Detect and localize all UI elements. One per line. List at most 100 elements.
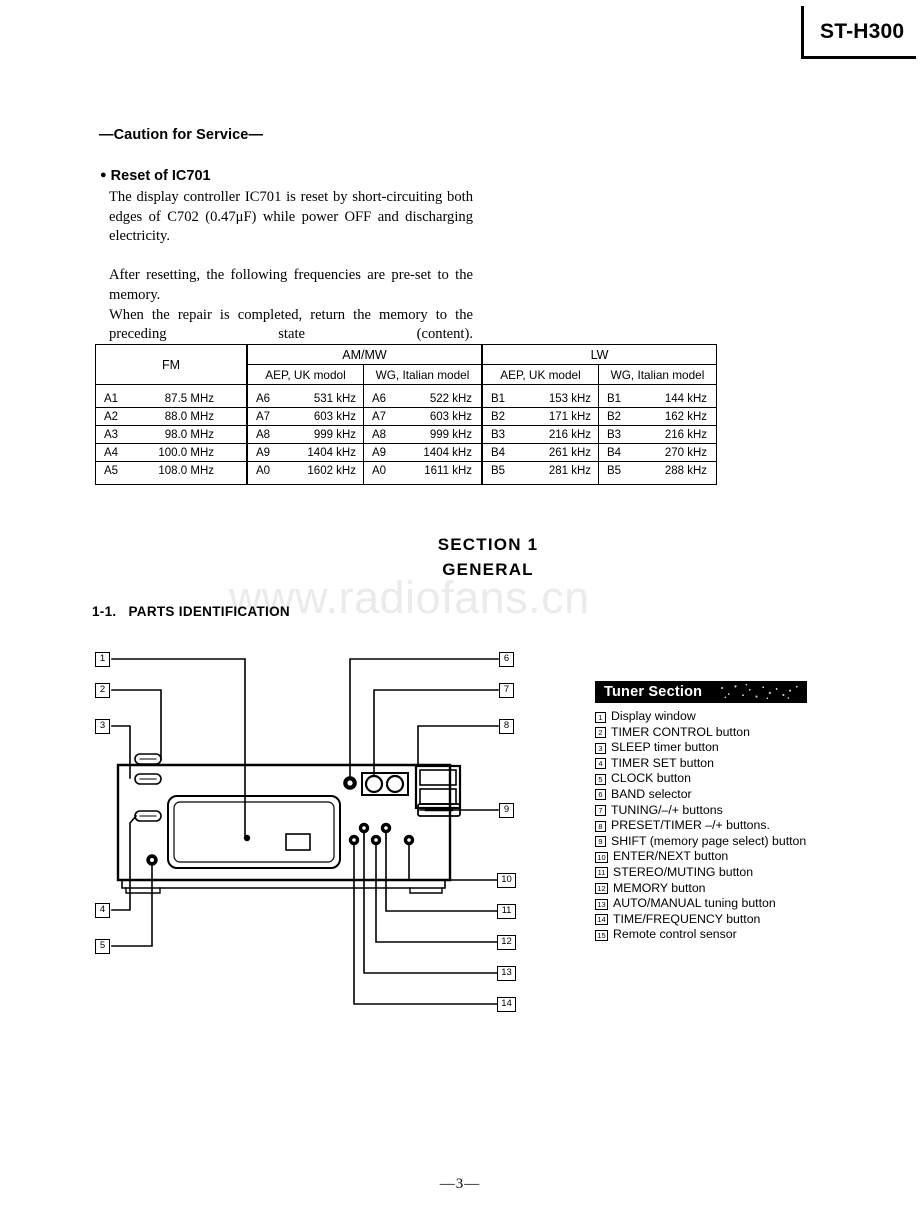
reset-of-ic701-heading: ● Reset of IC701 xyxy=(100,168,211,184)
leader-line-10 xyxy=(408,839,499,881)
list-item: 13 AUTO/MANUAL tuning button xyxy=(595,896,807,911)
list-item: 7 TUNING/–/+ buttons xyxy=(595,803,807,818)
leader-line-4 xyxy=(111,814,138,911)
cell-am-aep: A8 999 kHz xyxy=(246,425,364,444)
leader-line-7 xyxy=(373,689,499,777)
preset-channel: B2 xyxy=(491,410,506,423)
callout-5[interactable]: 5 xyxy=(95,939,110,954)
preset-channel: A0 xyxy=(372,464,387,477)
preset-frequency: 999 kHz xyxy=(313,428,356,441)
preset-channel: B5 xyxy=(491,464,506,477)
tuning-knob-group xyxy=(361,772,409,796)
list-item: 1 Display window xyxy=(595,709,807,724)
preset-frequency: 1404 kHz xyxy=(423,446,472,459)
preset-channel: B4 xyxy=(491,446,506,459)
preset-channel: A4 xyxy=(104,446,119,459)
callout-6[interactable]: 6 xyxy=(499,652,514,667)
preset-channel: A0 xyxy=(256,464,271,477)
list-item-label: TUNING/–/+ buttons xyxy=(611,802,723,817)
callout-10[interactable]: 10 xyxy=(497,873,516,888)
preset-channel: A8 xyxy=(256,428,271,441)
list-item-marker: 1 xyxy=(595,711,606,723)
preset-frequency: 261 kHz xyxy=(548,446,591,459)
callout-3[interactable]: 3 xyxy=(95,719,110,734)
cell-lw-aep: B3 216 kHz xyxy=(481,425,599,444)
preset-frequency-table: FM AM/MW LW AEP, UK modol WG, Italian mo… xyxy=(95,344,717,485)
callout-11[interactable]: 11 xyxy=(497,904,516,919)
cell-fm: A4 100.0 MHz xyxy=(95,443,248,462)
list-item-marker: 10 xyxy=(595,851,608,863)
header-speckle-texture xyxy=(717,683,801,700)
cell-am-wg: A7 603 kHz xyxy=(363,407,483,426)
callout-2[interactable]: 2 xyxy=(95,683,110,698)
preset-channel: A6 xyxy=(256,392,271,405)
list-item: 8 PRESET/TIMER –/+ buttons. xyxy=(595,818,807,833)
preset-frequency: 144 kHz xyxy=(664,392,707,405)
header-band-lw: LW xyxy=(481,344,717,365)
tuner-section-header: Tuner Section xyxy=(595,681,807,703)
preset-channel: B4 xyxy=(607,446,622,459)
list-item-marker: 11 xyxy=(595,867,608,879)
list-item-marker: 13 xyxy=(595,898,608,910)
callout-9[interactable]: 9 xyxy=(499,803,514,818)
callout-8[interactable]: 8 xyxy=(499,719,514,734)
callout-7[interactable]: 7 xyxy=(499,683,514,698)
preset-channel: A3 xyxy=(104,428,119,441)
list-item-label: Display window xyxy=(611,709,696,723)
cell-lw-wg: B3 216 kHz xyxy=(598,425,717,444)
cell-fm: A5 108.0 MHz xyxy=(95,461,248,485)
cell-fm: A1 87.5 MHz xyxy=(95,384,248,408)
model-name: ST-H300 xyxy=(820,20,905,43)
list-item-label: TIMER CONTROL button xyxy=(611,724,750,739)
preset-frequency: 216 kHz xyxy=(664,428,707,441)
list-item-marker: 15 xyxy=(595,929,608,941)
display-window-inner xyxy=(173,801,335,863)
header-lw-wg-italian: WG, Italian model xyxy=(598,364,717,385)
list-item-label: ENTER/NEXT button xyxy=(613,849,729,864)
leader-line-8 xyxy=(417,725,499,767)
preset-frequency: 100.0 MHz xyxy=(158,446,214,459)
list-item: 6 BAND selector xyxy=(595,787,807,802)
cell-lw-wg: B4 270 kHz xyxy=(598,443,717,462)
preset-frequency: 87.5 MHz xyxy=(164,392,214,405)
preset-channel: A9 xyxy=(372,446,387,459)
preset-frequency: 281 kHz xyxy=(548,464,591,477)
parts-identification-diagram: 1 2 3 4 5 6 7 8 9 10 11 12 13 14 xyxy=(90,648,530,1028)
preset-frequency: 98.0 MHz xyxy=(164,428,214,441)
reset-paragraph-1: The display controller IC701 is reset by… xyxy=(109,189,473,245)
tuning-knob-minus xyxy=(364,774,384,794)
list-item-marker: 12 xyxy=(595,883,608,895)
list-item: 15 Remote control sensor xyxy=(595,927,807,942)
cell-lw-aep: B1 153 kHz xyxy=(481,384,599,408)
preset-channel: A7 xyxy=(372,410,387,423)
preset-channel: A5 xyxy=(104,464,119,477)
preset-frequency: 531 kHz xyxy=(313,392,356,405)
tuner-parts-list: 1 Display window 2 TIMER CONTROL button 3 SLE… xyxy=(595,709,807,943)
subsection-number: 1-1. xyxy=(92,604,117,619)
preset-frequency: 603 kHz xyxy=(313,410,356,423)
list-item-marker: 3 xyxy=(595,742,606,754)
tuner-front-panel-drawing xyxy=(111,658,499,1005)
subsection-title: PARTS IDENTIFICATION xyxy=(128,604,290,619)
list-item: 9 SHIFT (memory page select) button xyxy=(595,834,807,849)
callout-4[interactable]: 4 xyxy=(95,903,110,918)
preset-channel: B3 xyxy=(491,428,506,441)
cell-am-aep: A0 1602 kHz xyxy=(246,461,364,485)
preset-frequency: 522 kHz xyxy=(429,392,472,405)
preset-channel: B3 xyxy=(607,428,622,441)
preset-channel: B1 xyxy=(607,392,622,405)
leader-line-2 xyxy=(111,689,162,761)
preset-channel: B2 xyxy=(607,410,622,423)
callout-13[interactable]: 13 xyxy=(497,966,516,981)
callout-14[interactable]: 14 xyxy=(497,997,516,1012)
section-title: GENERAL xyxy=(442,560,534,579)
list-item-marker: 5 xyxy=(595,773,606,785)
parts-identification-heading: 1-1. PARTS IDENTIFICATION xyxy=(92,604,290,619)
callout-1[interactable]: 1 xyxy=(95,652,110,667)
cell-lw-wg: B1 144 kHz xyxy=(598,384,717,408)
cell-lw-wg: B5 288 kHz xyxy=(598,461,717,485)
callout-12[interactable]: 12 xyxy=(497,935,516,950)
cell-am-wg: A9 1404 kHz xyxy=(363,443,483,462)
preset-frequency: 153 kHz xyxy=(548,392,591,405)
preset-channel: A1 xyxy=(104,392,119,405)
